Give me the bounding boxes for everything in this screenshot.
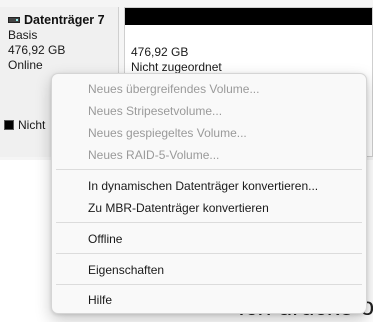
legend-label: Nicht: [18, 118, 46, 132]
partition-size: 476,92 GB: [131, 45, 189, 59]
disk-status: Online: [8, 58, 43, 72]
menu-item-properties[interactable]: Eigenschaften: [88, 262, 164, 278]
menu-separator: [56, 253, 362, 254]
disk-icon: [8, 17, 20, 23]
context-menu: Neues übergreifendes Volume... Neues Str…: [51, 73, 367, 314]
menu-separator: [56, 284, 362, 285]
legend-swatch-unallocated: [4, 120, 14, 130]
disk-title: Datenträger 7: [24, 13, 105, 27]
menu-item-new-raid5-volume[interactable]: Neues RAID-5-Volume...: [88, 147, 219, 163]
disk-size: 476,92 GB: [8, 43, 66, 57]
menu-item-help[interactable]: Hilfe: [88, 292, 112, 308]
menu-item-convert-mbr[interactable]: Zu MBR-Datenträger konvertieren: [88, 200, 269, 216]
disk-type: Basis: [8, 28, 38, 42]
menu-separator: [56, 222, 362, 223]
menu-separator: [56, 169, 362, 170]
partition-status: Nicht zugeordnet: [131, 60, 222, 74]
menu-item-convert-dynamic[interactable]: In dynamischen Datenträger konvertieren.…: [88, 178, 318, 194]
unallocated-bar: [125, 8, 372, 25]
legend-row: Nicht: [4, 118, 45, 132]
menu-item-offline[interactable]: Offline: [88, 231, 122, 247]
menu-item-new-mirrored-volume[interactable]: Neues gespiegeltes Volume...: [88, 125, 247, 141]
menu-item-new-spanned-volume[interactable]: Neues übergreifendes Volume...: [88, 81, 259, 97]
menu-item-new-striped-volume[interactable]: Neues Stripesetvolume...: [88, 103, 222, 119]
disk-title-row: Datenträger 7: [8, 13, 105, 27]
